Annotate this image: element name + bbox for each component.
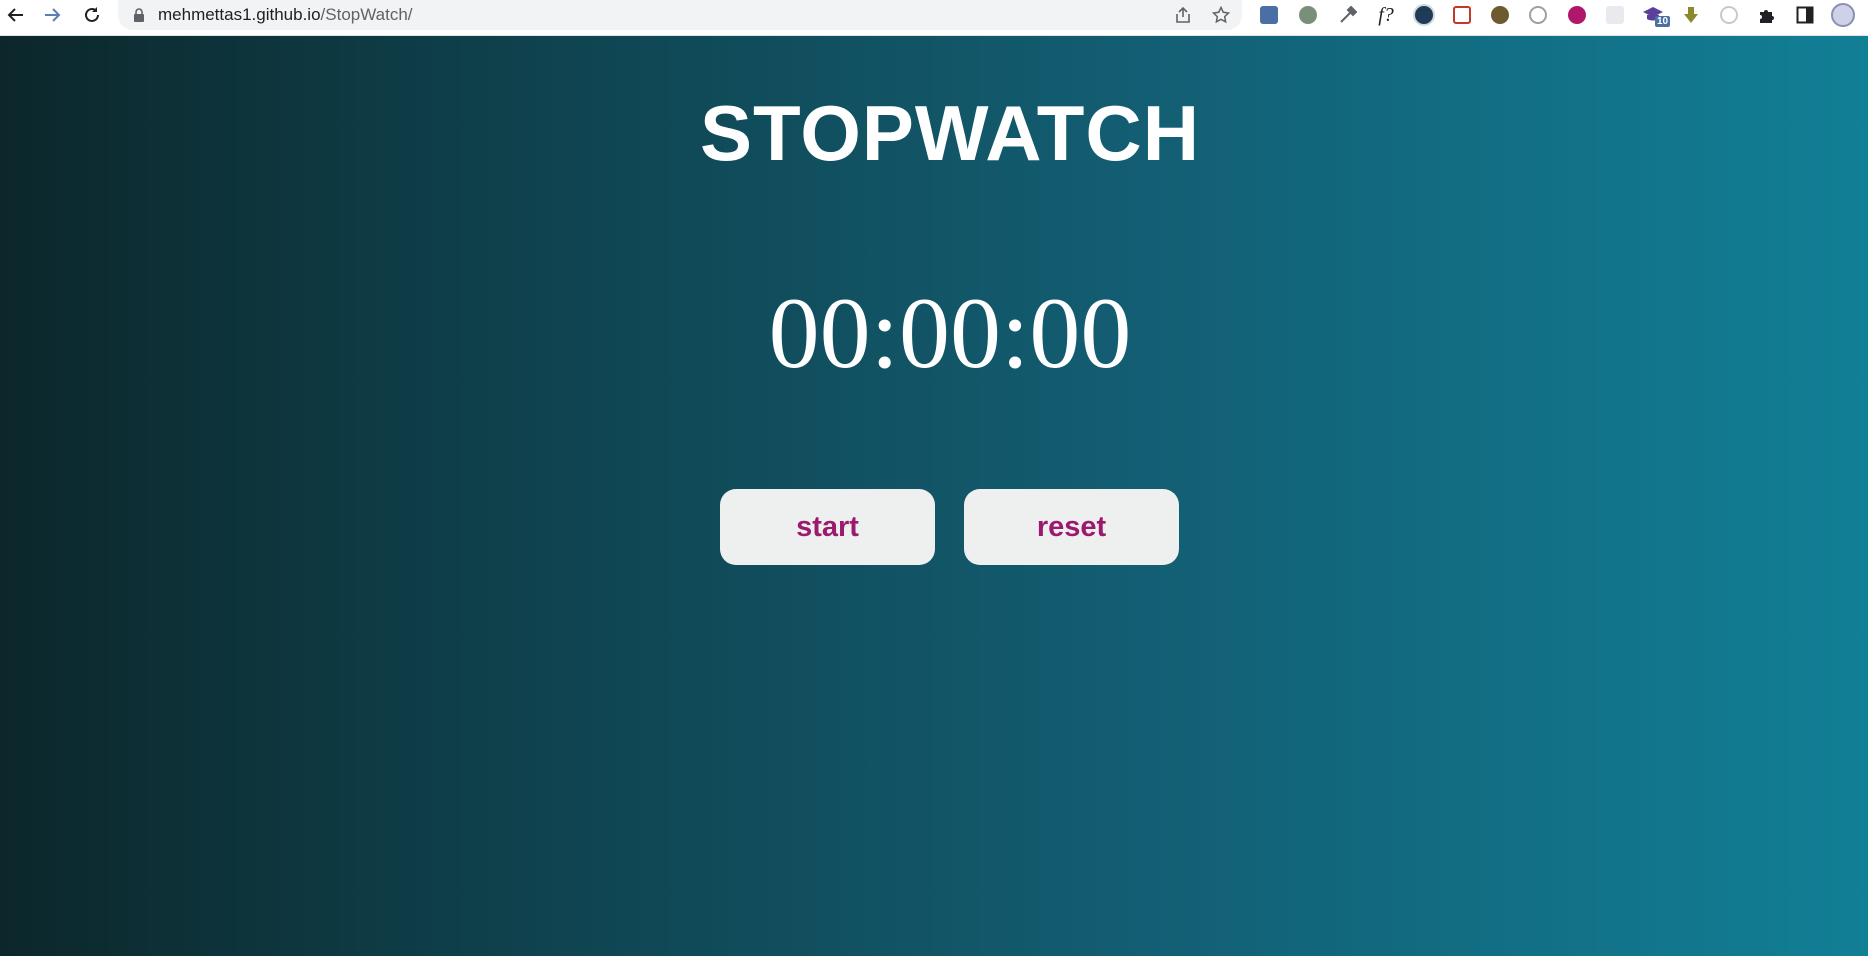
- blank-extension-icon[interactable]: [1603, 3, 1627, 27]
- font-identifier-label: f?: [1378, 4, 1394, 26]
- ninja-extension-icon[interactable]: [1412, 3, 1436, 27]
- reset-button[interactable]: reset: [964, 489, 1179, 565]
- pink-face-extension-icon[interactable]: [1565, 3, 1589, 27]
- calendar-extension-icon[interactable]: [1450, 3, 1474, 27]
- download-arrow-extension-icon[interactable]: [1679, 3, 1703, 27]
- bug-extension-icon[interactable]: [1296, 3, 1320, 27]
- font-identifier-extension-icon[interactable]: f?: [1374, 3, 1398, 27]
- lock-icon: [134, 8, 144, 22]
- graduation-cap-extension-icon[interactable]: 10: [1641, 3, 1671, 27]
- puzzle-extensions-icon[interactable]: [1755, 3, 1779, 27]
- browser-toolbar: mehmettas1.github.io/StopWatch/ f? 10: [0, 0, 1868, 36]
- back-arrow-icon[interactable]: [0, 0, 32, 30]
- bookmark-star-icon[interactable]: [1210, 4, 1232, 26]
- time-display: 00:00:00: [768, 277, 1132, 390]
- url-text[interactable]: mehmettas1.github.io/StopWatch/: [158, 5, 413, 25]
- start-button[interactable]: start: [720, 489, 935, 565]
- forward-arrow-icon[interactable]: [36, 0, 68, 30]
- translate-extension-icon[interactable]: [1257, 3, 1281, 27]
- side-panel-icon[interactable]: [1793, 3, 1817, 27]
- reload-icon[interactable]: [76, 0, 108, 30]
- share-icon[interactable]: [1172, 4, 1194, 26]
- compass-extension-icon[interactable]: [1526, 3, 1550, 27]
- page-title: STOPWATCH: [699, 89, 1201, 177]
- profile-avatar[interactable]: [1831, 3, 1855, 27]
- color-picker-extension-icon[interactable]: [1336, 3, 1360, 27]
- address-bar[interactable]: mehmettas1.github.io/StopWatch/: [118, 0, 1242, 30]
- extension-badge: 10: [1655, 16, 1671, 27]
- html-tree-extension-icon[interactable]: [1488, 3, 1512, 27]
- url-host: mehmettas1.github.io: [158, 5, 321, 24]
- timer-extension-icon[interactable]: [1717, 3, 1741, 27]
- stopwatch-page: STOPWATCH 00:00:00 start reset: [0, 36, 1868, 956]
- url-path: /StopWatch/: [320, 5, 413, 24]
